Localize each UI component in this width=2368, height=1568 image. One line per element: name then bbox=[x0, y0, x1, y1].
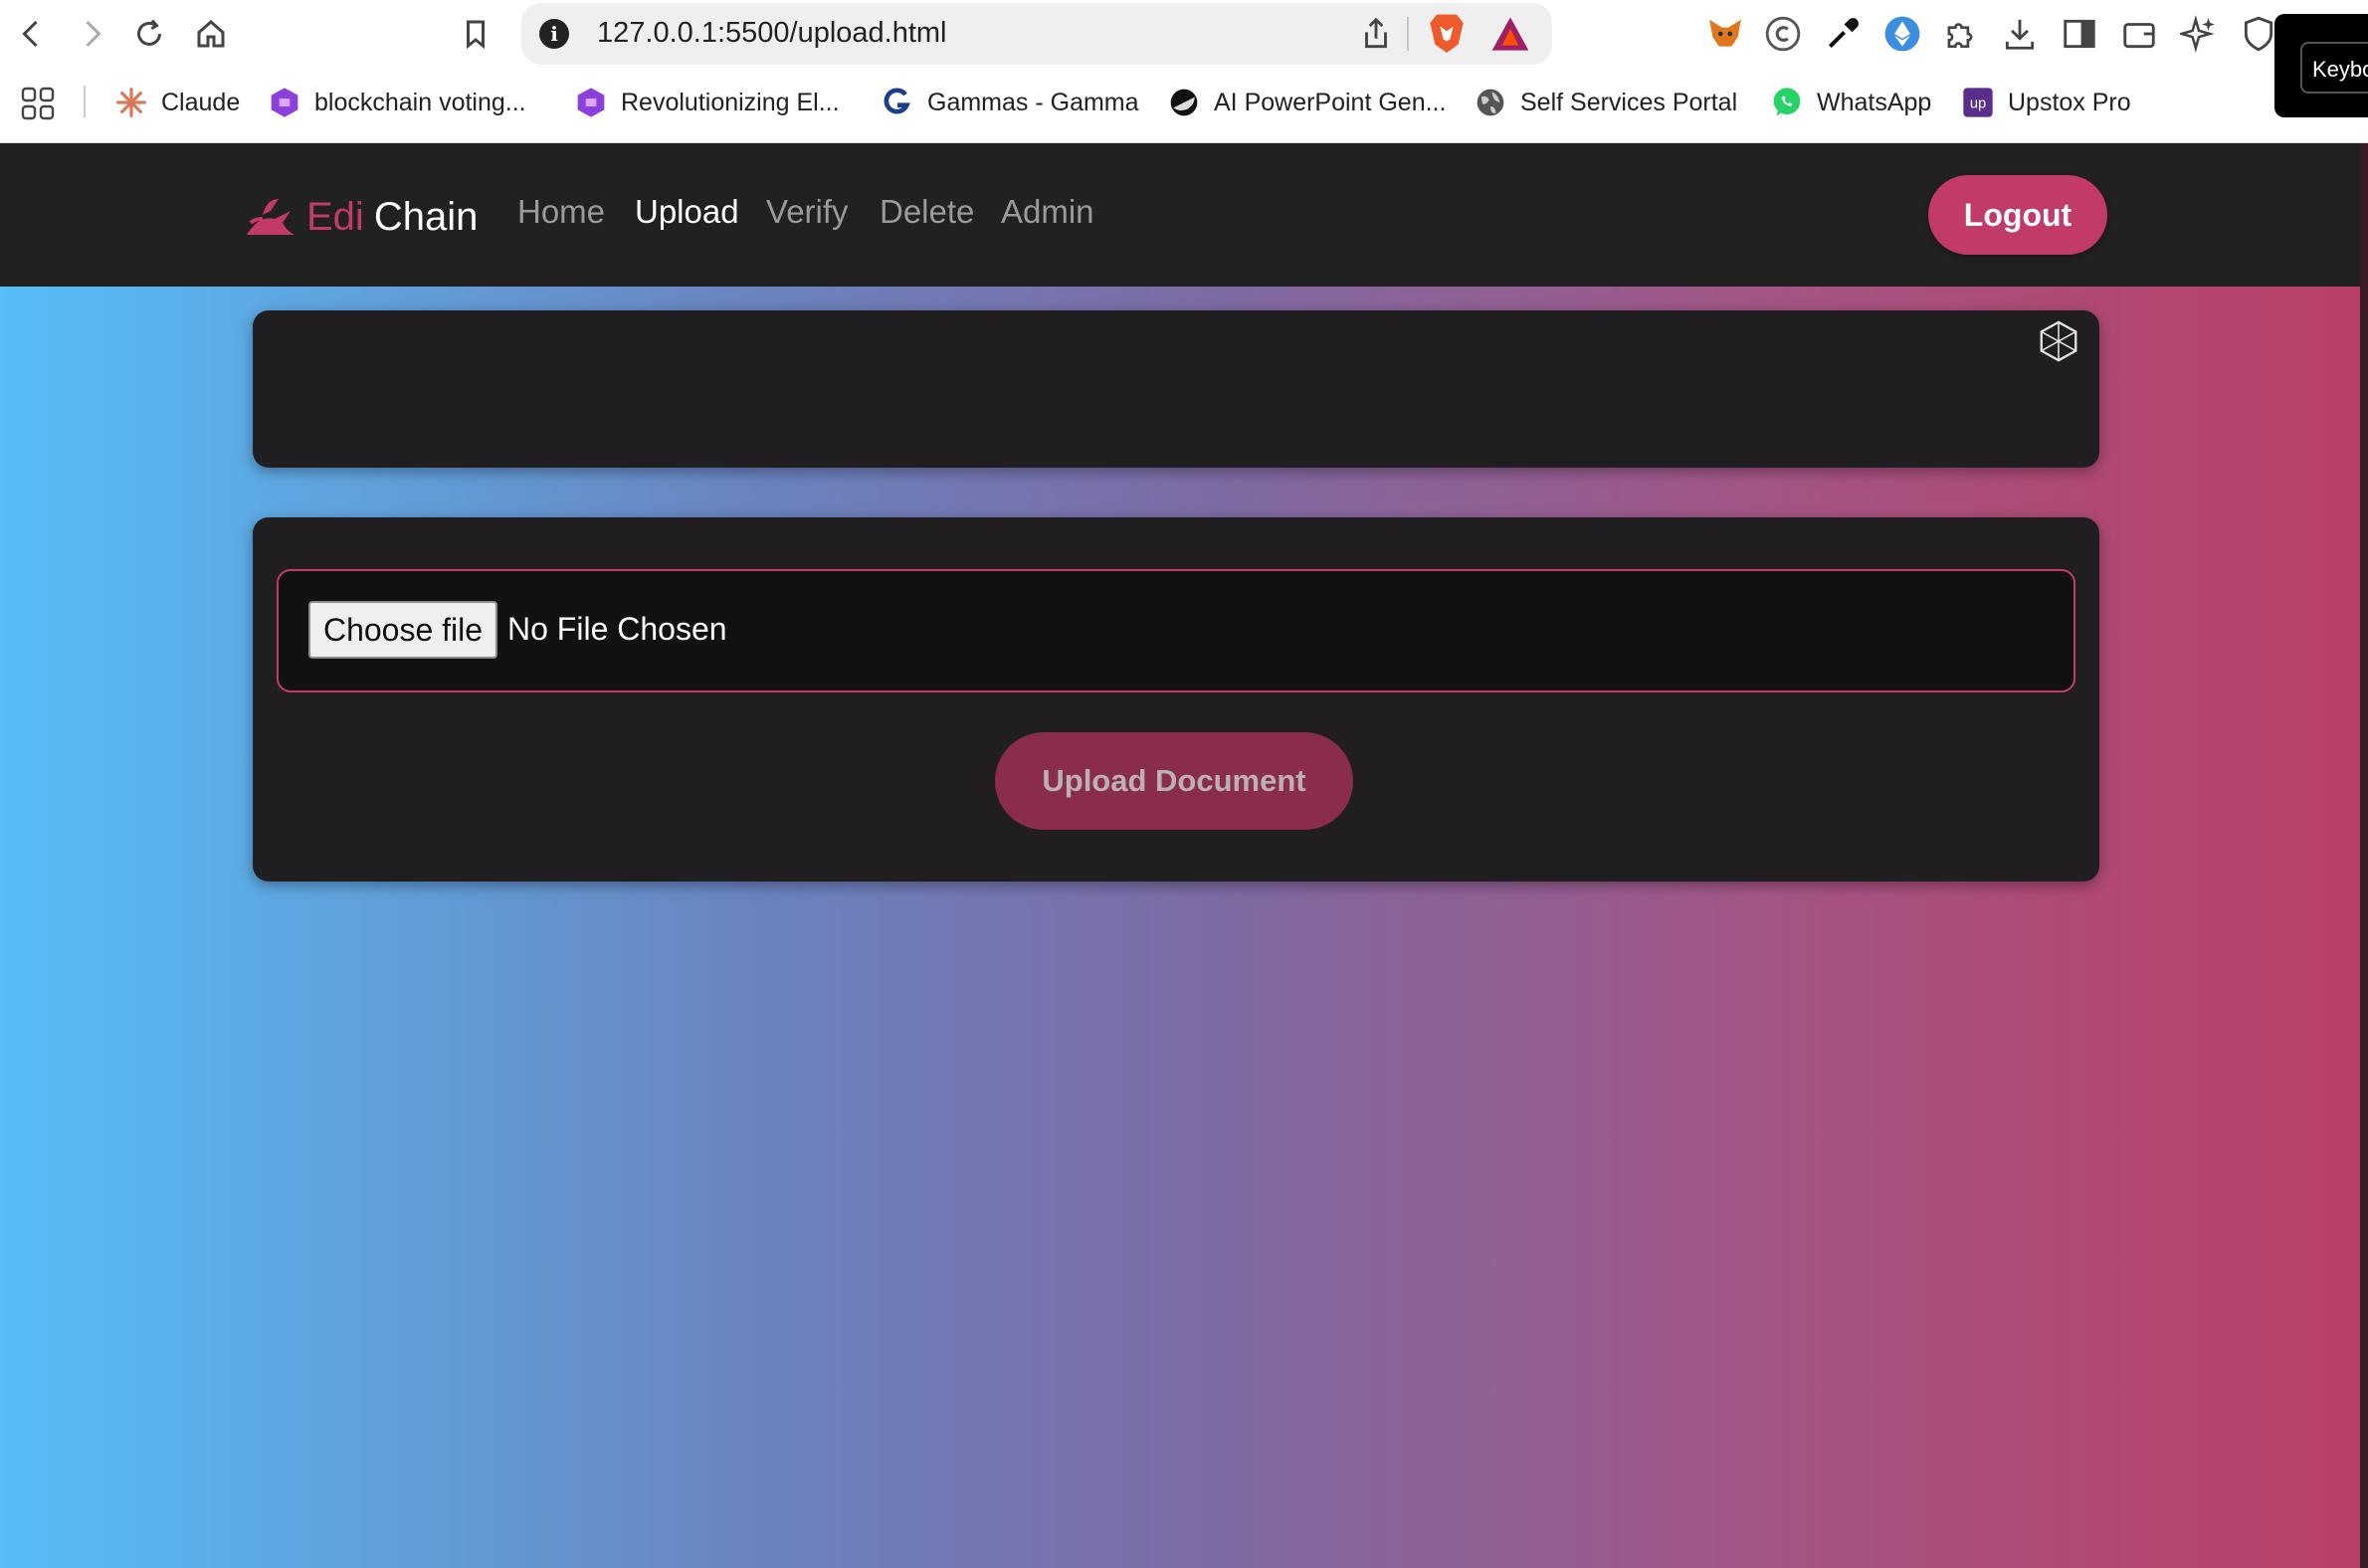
nav-upload[interactable]: Upload bbox=[635, 193, 739, 231]
nav-verify[interactable]: Verify bbox=[766, 193, 849, 231]
brand-name-second: Chain bbox=[373, 194, 479, 239]
home-icon[interactable] bbox=[187, 10, 235, 58]
whatsapp-icon bbox=[1771, 87, 1803, 118]
bookmark-label: Gammas - Gamma bbox=[927, 88, 1139, 116]
nav-admin[interactable]: Admin bbox=[1001, 193, 1094, 231]
brave-shields-icon[interactable] bbox=[1427, 11, 1467, 55]
apps-grid-icon[interactable] bbox=[20, 86, 56, 121]
bookmark-label: AI PowerPoint Gen... bbox=[1214, 88, 1447, 116]
upload-document-button[interactable]: Upload Document bbox=[995, 732, 1353, 830]
bookmark-item[interactable]: Claude bbox=[115, 82, 240, 123]
bookmark-label: Revolutionizing El... bbox=[621, 88, 840, 116]
ethereum-icon[interactable] bbox=[1880, 12, 1924, 56]
bookmark-label: blockchain voting... bbox=[314, 88, 526, 116]
bookmark-item[interactable]: Revolutionizing El... bbox=[575, 82, 840, 123]
sidebar-toggle-icon[interactable] bbox=[2058, 12, 2101, 56]
share-icon[interactable] bbox=[1357, 15, 1395, 53]
upload-panel: Choose file No File Chosen Upload Docume… bbox=[253, 517, 2099, 882]
svg-text:up: up bbox=[1970, 96, 1986, 111]
bookmark-item[interactable]: up Upstox Pro bbox=[1962, 82, 2131, 123]
bookmark-item[interactable]: Gammas - Gamma bbox=[882, 82, 1139, 123]
status-panel bbox=[253, 310, 2099, 468]
app-navbar: Edi Chain Home Upload Verify Delete Admi… bbox=[0, 143, 2368, 287]
download-icon[interactable] bbox=[1998, 12, 2042, 56]
file-input-field[interactable]: Choose file No File Chosen bbox=[277, 569, 2075, 692]
copyright-extension-icon[interactable] bbox=[1761, 12, 1805, 56]
half-circle-icon bbox=[1168, 87, 1200, 118]
claude-icon bbox=[115, 87, 147, 118]
url-text[interactable]: 127.0.0.1:5500/upload.html bbox=[597, 17, 947, 50]
bookmark-item[interactable]: Self Services Portal bbox=[1475, 82, 1737, 123]
file-status-text: No File Chosen bbox=[507, 611, 727, 647]
browser-chrome: i 127.0.0.1:5500/upload.html Keyb Claude… bbox=[0, 0, 2368, 143]
bookmark-label: Upstox Pro bbox=[2008, 88, 2131, 116]
brave-rewards-icon[interactable] bbox=[1490, 15, 1530, 53]
upstox-icon: up bbox=[1962, 87, 1994, 118]
nav-delete[interactable]: Delete bbox=[880, 193, 974, 231]
gamma-icon bbox=[882, 87, 913, 118]
address-bar[interactable]: i 127.0.0.1:5500/upload.html bbox=[521, 3, 1552, 65]
hexagon-icon bbox=[575, 87, 607, 118]
browser-toolbar: i 127.0.0.1:5500/upload.html Keyb bbox=[0, 0, 2368, 117]
bookmark-label: Self Services Portal bbox=[1520, 88, 1738, 116]
cube-icon[interactable] bbox=[2036, 318, 2081, 364]
page-background: Edi Chain Home Upload Verify Delete Admi… bbox=[0, 143, 2368, 1568]
brand-name-first: Edi bbox=[306, 194, 364, 239]
bookmark-icon[interactable] bbox=[452, 10, 499, 58]
nav-home[interactable]: Home bbox=[517, 193, 605, 231]
eyedropper-icon[interactable] bbox=[1821, 12, 1865, 56]
logout-button[interactable]: Logout bbox=[1928, 175, 2107, 255]
globe-icon bbox=[1475, 87, 1506, 118]
bookmark-label: Claude bbox=[161, 88, 241, 116]
forward-icon[interactable] bbox=[68, 10, 115, 58]
choose-file-button[interactable]: Choose file bbox=[308, 601, 497, 659]
bookmark-item[interactable]: WhatsApp bbox=[1771, 82, 1931, 123]
brand-logo[interactable]: Edi Chain bbox=[243, 187, 478, 247]
site-info-icon[interactable]: i bbox=[539, 19, 569, 49]
bookmarks-divider bbox=[84, 86, 86, 117]
metamask-icon[interactable] bbox=[1703, 12, 1747, 56]
dragon-logo-icon bbox=[247, 199, 295, 235]
back-icon[interactable] bbox=[8, 10, 56, 58]
leo-ai-icon[interactable] bbox=[2177, 12, 2221, 56]
bookmark-item[interactable]: blockchain voting... bbox=[269, 82, 526, 123]
bookmark-item[interactable]: AI PowerPoint Gen... bbox=[1168, 82, 1446, 123]
bookmark-label: WhatsApp bbox=[1817, 88, 1932, 116]
hexagon-icon bbox=[269, 87, 300, 118]
extensions-puzzle-icon[interactable] bbox=[1938, 12, 1982, 56]
reload-icon[interactable] bbox=[125, 10, 173, 58]
wallet-icon[interactable] bbox=[2117, 12, 2161, 56]
window-edge bbox=[2360, 143, 2368, 1568]
address-divider bbox=[1407, 17, 1409, 51]
